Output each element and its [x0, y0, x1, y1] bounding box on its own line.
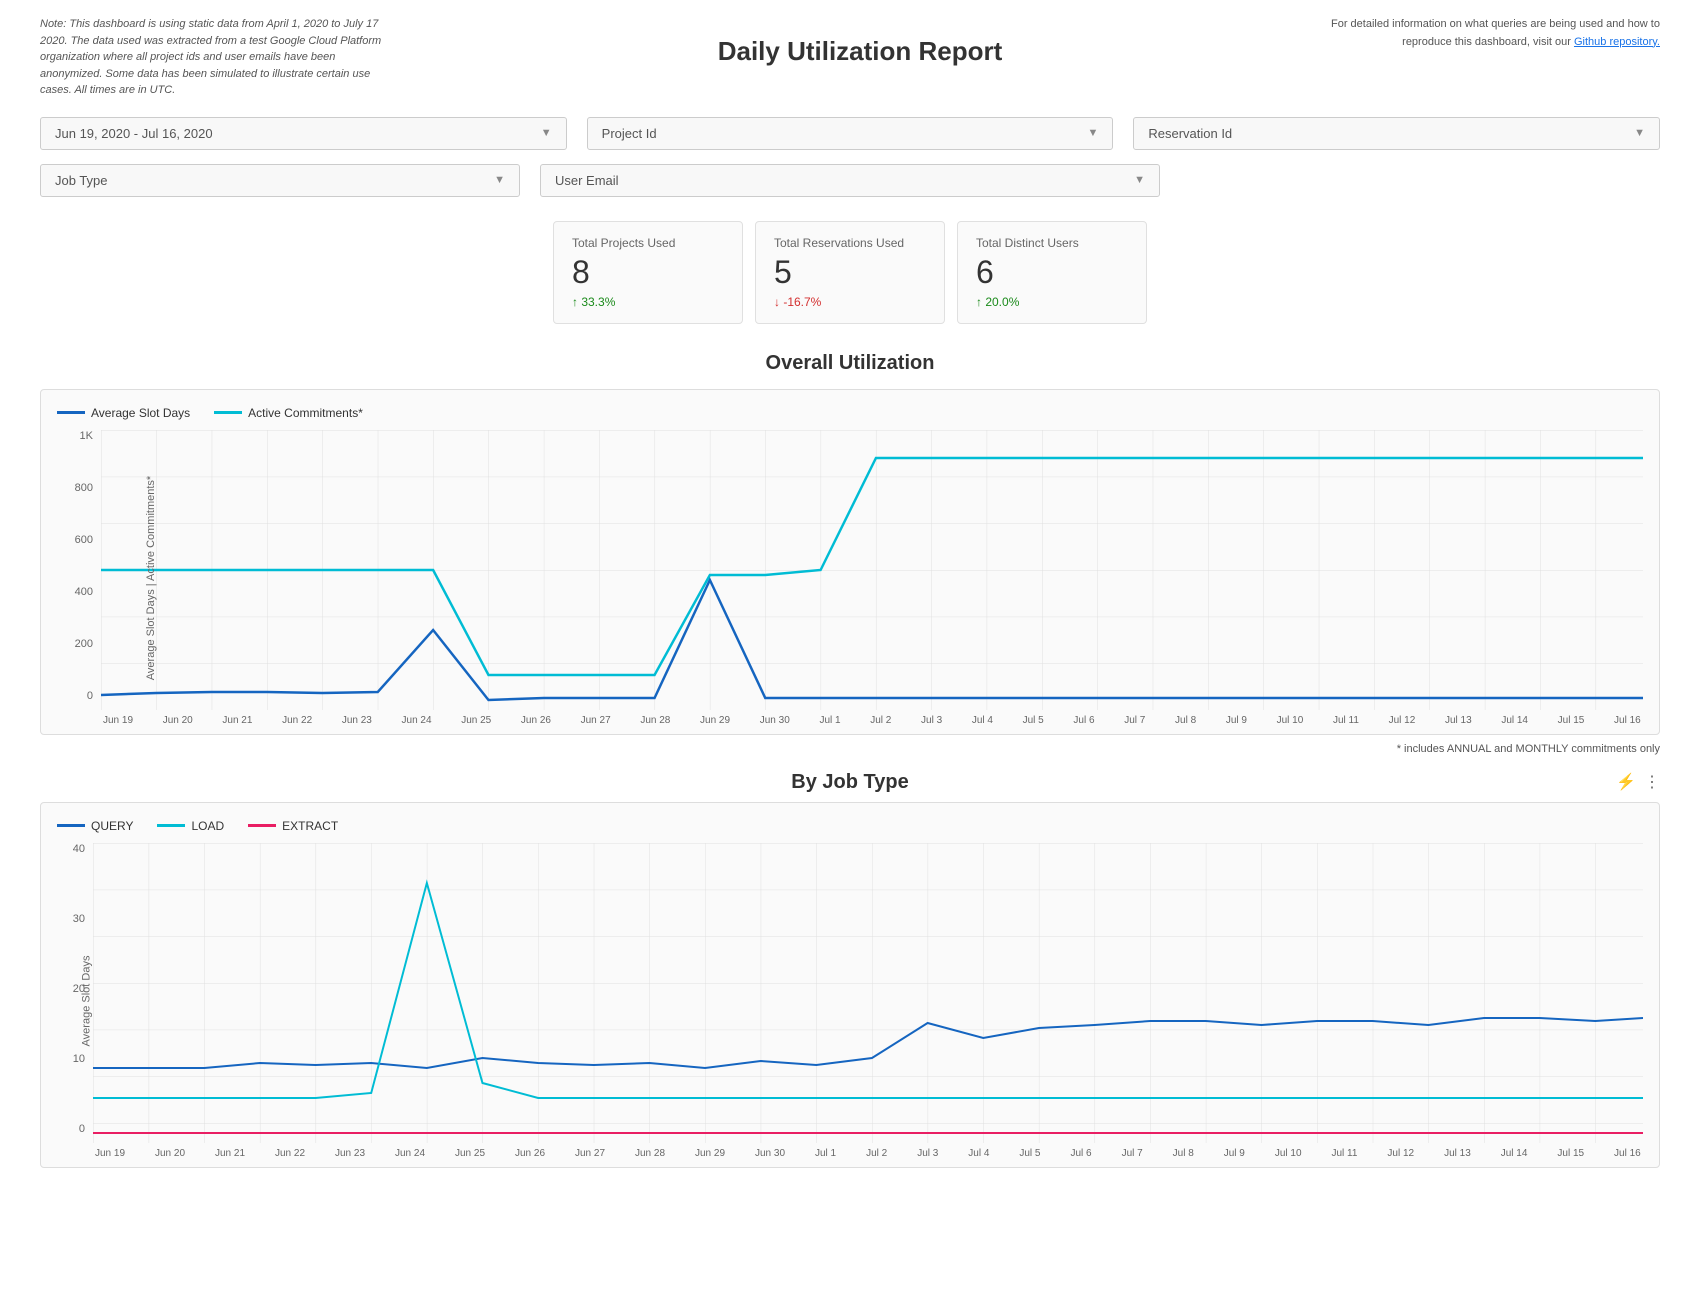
filter-row-2: Job Type ▼ User Email ▼ — [40, 164, 1660, 197]
stat-card-reservations: Total Reservations Used 5 ↓ -16.7% — [755, 221, 945, 324]
user-email-filter[interactable]: User Email ▼ — [540, 164, 1160, 197]
project-id-arrow: ▼ — [1087, 127, 1098, 139]
by-job-type-chart: QUERY LOAD EXTRACT 0 10 20 30 — [40, 802, 1660, 1168]
by-job-type-icons: ⚡ ⋮ — [1120, 772, 1660, 792]
by-job-chart-wrapper: 0 10 20 30 40 Average Slot Days — [57, 843, 1643, 1159]
stat-change-projects: ↑ 33.3% — [572, 295, 714, 309]
header-note: Note: This dashboard is using static dat… — [40, 16, 400, 99]
user-email-arrow: ▼ — [1134, 174, 1145, 186]
job-type-label: Job Type — [55, 173, 108, 188]
stat-change-users: ↑ 20.0% — [976, 295, 1118, 309]
reservation-id-arrow: ▼ — [1634, 127, 1645, 139]
overall-utilization-title: Overall Utilization — [40, 352, 1660, 375]
legend-active-commit-line — [214, 411, 242, 414]
legend-avg-slot-line — [57, 411, 85, 414]
chart-note: * includes ANNUAL and MONTHLY commitment… — [40, 743, 1660, 755]
date-range-filter[interactable]: Jun 19, 2020 - Jul 16, 2020 ▼ — [40, 117, 567, 150]
legend-active-commit: Active Commitments* — [214, 406, 363, 420]
reservation-id-label: Reservation Id — [1148, 126, 1232, 141]
by-job-type-header: By Job Type ⚡ ⋮ — [40, 771, 1660, 794]
date-range-label: Jun 19, 2020 - Jul 16, 2020 — [55, 126, 213, 141]
legend-active-commit-label: Active Commitments* — [248, 406, 363, 420]
filter-row-1: Jun 19, 2020 - Jul 16, 2020 ▼ Project Id… — [40, 117, 1660, 150]
stat-value-reservations: 5 — [774, 254, 916, 291]
legend-query-line — [57, 824, 85, 827]
by-job-type-title: By Job Type — [580, 771, 1120, 794]
by-job-type-section: By Job Type ⚡ ⋮ QUERY LOAD EXTRACT — [40, 771, 1660, 1168]
more-options-icon[interactable]: ⋮ — [1644, 772, 1660, 792]
stat-card-projects: Total Projects Used 8 ↑ 33.3% — [553, 221, 743, 324]
legend-avg-slot: Average Slot Days — [57, 406, 190, 420]
by-job-legend: QUERY LOAD EXTRACT — [57, 819, 1643, 833]
page: Note: This dashboard is using static dat… — [0, 0, 1700, 1302]
legend-query-label: QUERY — [91, 819, 133, 833]
by-job-y-label: Average Slot Days — [80, 955, 92, 1046]
overall-y-axis: 0 200 400 600 800 1K — [57, 430, 93, 726]
stat-change-reservations: ↓ -16.7% — [774, 295, 916, 309]
overall-utilization-chart: Average Slot Days Active Commitments* 0 … — [40, 389, 1660, 735]
project-id-filter[interactable]: Project Id ▼ — [587, 117, 1114, 150]
overall-chart-wrapper: 0 200 400 600 800 1K Average Slot Days |… — [57, 430, 1643, 726]
legend-avg-slot-label: Average Slot Days — [91, 406, 190, 420]
legend-load-line — [157, 824, 185, 827]
filters: Jun 19, 2020 - Jul 16, 2020 ▼ Project Id… — [40, 117, 1660, 197]
overall-chart-svg — [101, 430, 1643, 710]
overall-y-label: Average Slot Days | Active Commitments* — [145, 475, 157, 679]
page-title: Daily Utilization Report — [400, 16, 1320, 67]
user-email-label: User Email — [555, 173, 619, 188]
by-job-x-labels: Jun 19Jun 20Jun 21Jun 22Jun 23Jun 24Jun … — [93, 1148, 1643, 1159]
overall-x-labels: Jun 19Jun 20Jun 21Jun 22Jun 23Jun 24Jun … — [101, 715, 1643, 726]
stat-card-users: Total Distinct Users 6 ↑ 20.0% — [957, 221, 1147, 324]
by-job-chart-svg — [93, 843, 1643, 1143]
legend-load-label: LOAD — [191, 819, 224, 833]
legend-extract-line — [248, 824, 276, 827]
github-link[interactable]: Github repository. — [1574, 36, 1660, 48]
overall-legend: Average Slot Days Active Commitments* — [57, 406, 1643, 420]
stats-row: Total Projects Used 8 ↑ 33.3% Total Rese… — [40, 221, 1660, 324]
by-job-chart-area: Average Slot Days Jun 19Jun 20Jun 21Jun … — [93, 843, 1643, 1159]
stat-label-reservations: Total Reservations Used — [774, 236, 916, 250]
reservation-id-filter[interactable]: Reservation Id ▼ — [1133, 117, 1660, 150]
stat-value-projects: 8 — [572, 254, 714, 291]
header: Note: This dashboard is using static dat… — [40, 16, 1660, 99]
lightning-icon[interactable]: ⚡ — [1616, 772, 1636, 792]
date-range-arrow: ▼ — [541, 127, 552, 139]
legend-extract: EXTRACT — [248, 819, 338, 833]
header-right: For detailed information on what queries… — [1320, 16, 1660, 51]
stat-label-projects: Total Projects Used — [572, 236, 714, 250]
job-type-filter[interactable]: Job Type ▼ — [40, 164, 520, 197]
project-id-label: Project Id — [602, 126, 657, 141]
job-type-arrow: ▼ — [494, 174, 505, 186]
legend-extract-label: EXTRACT — [282, 819, 338, 833]
stat-value-users: 6 — [976, 254, 1118, 291]
overall-chart-area: Average Slot Days | Active Commitments* — [101, 430, 1643, 726]
legend-query: QUERY — [57, 819, 133, 833]
stat-label-users: Total Distinct Users — [976, 236, 1118, 250]
legend-load: LOAD — [157, 819, 224, 833]
